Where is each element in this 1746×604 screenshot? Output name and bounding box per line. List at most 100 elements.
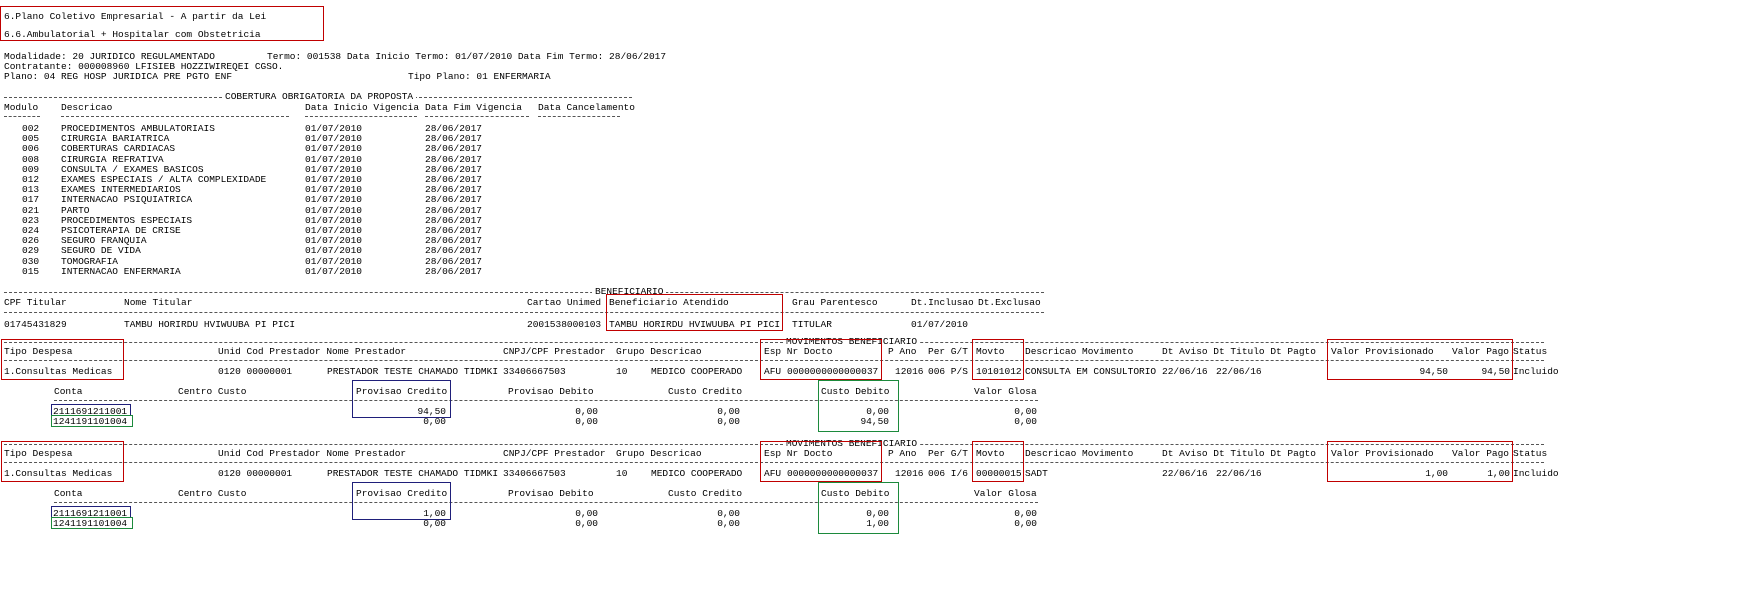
ano-value: 12016 (895, 468, 924, 479)
valor-glosa-value: 0,00 (1014, 518, 1037, 529)
col-status: Status (1513, 448, 1548, 459)
custo-credito-value: 0,00 (717, 518, 740, 529)
grupo-value: 10 (616, 468, 628, 479)
col-cartao: Cartao Unimed (527, 297, 602, 308)
custo-credito-value: 0,00 (717, 416, 740, 427)
conta-debit-highlight-box (51, 517, 133, 529)
movto-highlight-box (972, 339, 1024, 380)
col-grupo: Grupo Descricao (616, 448, 702, 459)
cartao-value: 2001538000103 (527, 319, 602, 330)
dt-titulo-value: 22/06/16 (1216, 366, 1262, 377)
col-inicio-vigencia: Data Inicio Vigencia (305, 102, 420, 113)
col-p-ano: P Ano (888, 346, 917, 357)
col-underline (538, 116, 620, 117)
col-underline (4, 116, 40, 117)
atendido-highlight-box (606, 294, 783, 331)
col-modulo: Modulo (4, 102, 39, 113)
report-page: 6.Plano Coletivo Empresarial - A partir … (0, 0, 1746, 604)
per-value: 006 P/S (928, 366, 968, 377)
descricao-value: MEDICO COOPERADO (651, 468, 743, 479)
col-nome-titular: Nome Titular (124, 297, 193, 308)
col-centro-custo: Centro Custo (178, 488, 247, 499)
col-dt-inclusao: Dt.Inclusao (911, 297, 974, 308)
status-value: Incluido (1513, 468, 1559, 479)
movto-highlight-box (972, 441, 1024, 482)
col-underline (305, 116, 417, 117)
termo-text: Termo: 001538 Data Inicio Termo: 01/07/2… (267, 51, 667, 62)
cobertura-title: COBERTURA OBRIGATORIA DA PROPOSTA (222, 91, 417, 102)
col-datas: Dt Aviso Dt Titulo Dt Pagto (1162, 346, 1316, 357)
dt-titulo-value: 22/06/16 (1216, 468, 1262, 479)
col-prestador: Unid Cod Prestador Nome Prestador (218, 448, 407, 459)
provisao-debito-value: 0,00 (575, 518, 598, 529)
provisao-credito-highlight-box (352, 380, 451, 418)
col-valor-glosa: Valor Glosa (974, 488, 1037, 499)
inclusao-value: 01/07/2010 (911, 319, 969, 330)
fim-cell: 28/06/2017 (425, 265, 483, 277)
col-custo-credito: Custo Credito (668, 386, 743, 397)
col-fim-vigencia: Data Fim Vigencia (425, 102, 522, 113)
prestador-value: PRESTADOR TESTE CHAMADO TIDMKI (327, 468, 499, 479)
unid-value: 0120 00000001 (218, 366, 293, 377)
col-grau: Grau Parentesco (792, 297, 878, 308)
col-cnpj: CNPJ/CPF Prestador (503, 346, 606, 357)
col-cpf-titular: CPF Titular (4, 297, 67, 308)
dt-aviso-value: 22/06/16 (1162, 366, 1208, 377)
plan-highlight-box (0, 6, 324, 41)
cnpj-value: 33406667503 (503, 366, 566, 377)
col-per: Per G/T (928, 448, 968, 459)
dt-aviso-value: 22/06/16 (1162, 468, 1208, 479)
prestador-value: PRESTADOR TESTE CHAMADO TIDMKI (327, 366, 499, 377)
valor-highlight-box (1327, 441, 1513, 482)
custo-debito-highlight-box (818, 380, 899, 432)
provisao-credito-highlight-box (352, 482, 451, 520)
cpf-value: 01745431829 (4, 319, 67, 330)
col-valor-glosa: Valor Glosa (974, 386, 1037, 397)
unid-value: 0120 00000001 (218, 468, 293, 479)
beneficiario-rule (4, 292, 1044, 293)
tipo-highlight-box (1, 339, 124, 380)
col-underline (425, 116, 529, 117)
col-cnpj: CNPJ/CPF Prestador (503, 448, 606, 459)
nome-value: TAMBU HORIRDU HVIWUUBA PI PICI (124, 319, 296, 330)
provisao-debito-value: 0,00 (575, 416, 598, 427)
col-descricao: Descricao (61, 102, 113, 113)
docto-highlight-box (760, 339, 882, 380)
col-conta: Conta (54, 488, 83, 499)
tipo-plano-text: Tipo Plano: 01 ENFERMARIA (408, 71, 551, 82)
col-datas: Dt Aviso Dt Titulo Dt Pagto (1162, 448, 1316, 459)
col-underline (61, 116, 289, 117)
inicio-cell: 01/07/2010 (305, 265, 363, 277)
col-descricao-movimento: Descricao Movimento (1025, 346, 1134, 357)
col-p-ano: P Ano (888, 448, 917, 459)
col-custo-credito: Custo Credito (668, 488, 743, 499)
grupo-value: 10 (616, 366, 628, 377)
col-per: Per G/T (928, 346, 968, 357)
conta-debit-highlight-box (51, 415, 133, 427)
grau-value: TITULAR (792, 319, 832, 330)
ano-value: 12016 (895, 366, 924, 377)
col-prestador: Unid Cod Prestador Nome Prestador (218, 346, 407, 357)
descricao-cell: INTERNACAO ENFERMARIA (61, 265, 181, 277)
col-provisao-debito: Provisao Debito (508, 386, 594, 397)
custo-debito-highlight-box (818, 482, 899, 534)
col-dt-exclusao: Dt.Exclusao (978, 297, 1041, 308)
valor-glosa-value: 0,00 (1014, 416, 1037, 427)
descricao-movimento-value: CONSULTA EM CONSULTORIO (1025, 366, 1157, 377)
col-centro-custo: Centro Custo (178, 386, 247, 397)
cnpj-value: 33406667503 (503, 468, 566, 479)
col-provisao-debito: Provisao Debito (508, 488, 594, 499)
col-conta: Conta (54, 386, 83, 397)
col-cancelamento: Data Cancelamento (538, 102, 635, 113)
col-status: Status (1513, 346, 1548, 357)
modulo-cell: 015 (22, 265, 40, 277)
col-descricao-movimento: Descricao Movimento (1025, 448, 1134, 459)
beneficiario-underline (4, 312, 1044, 313)
valor-highlight-box (1327, 339, 1513, 380)
status-value: Incluido (1513, 366, 1559, 377)
descricao-value: MEDICO COOPERADO (651, 366, 743, 377)
descricao-movimento-value: SADT (1025, 468, 1048, 479)
tipo-highlight-box (1, 441, 124, 482)
per-value: 006 I/6 (928, 468, 968, 479)
docto-highlight-box (760, 441, 882, 482)
